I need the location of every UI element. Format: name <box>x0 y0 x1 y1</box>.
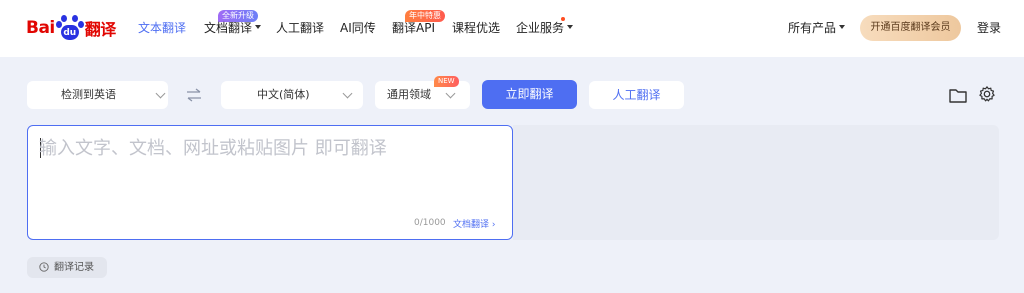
login-link[interactable]: 登录 <box>977 19 1001 37</box>
nav-item-courses[interactable]: 课程优选 <box>452 19 500 37</box>
chevron-down-icon <box>155 88 166 99</box>
clock-icon <box>39 262 49 272</box>
source-text-input[interactable] <box>39 134 499 204</box>
nav-item-enterprise[interactable]: 企业服务 <box>516 19 574 37</box>
baidu-translate-logo[interactable]: Bai du 翻译 <box>26 13 116 43</box>
chevron-down-icon <box>342 88 353 99</box>
source-language-label: 检测到英语 <box>61 88 116 101</box>
translate-now-button[interactable]: 立即翻译 <box>482 80 577 109</box>
source-text-panel: 0/1000 文档翻译 › <box>27 125 513 240</box>
vip-membership-button[interactable]: 开通百度翻译会员 <box>860 15 961 41</box>
logo-text-fanyi: 翻译 <box>84 20 117 39</box>
target-language-select[interactable]: 中文(简体) <box>221 81 363 109</box>
chevron-down-icon <box>255 25 262 29</box>
gear-icon[interactable] <box>977 85 997 103</box>
paw-icon: du <box>55 14 84 42</box>
chevron-down-icon <box>445 88 456 99</box>
character-counter: 0/1000 <box>414 218 446 228</box>
nav-item-translate-api[interactable]: 翻译API <box>392 19 435 37</box>
translation-history-button[interactable]: 翻译记录 <box>27 257 107 278</box>
translation-history-label: 翻译记录 <box>54 262 94 273</box>
new-tag-badge: NEW <box>434 76 459 87</box>
nav-item-enterprise-label: 企业服务 <box>516 21 565 35</box>
nav-item-ai-interpret[interactable]: AI同传 <box>340 19 376 37</box>
source-language-select[interactable]: 检测到英语 <box>27 81 168 109</box>
domain-label: 通用领域 <box>387 88 431 101</box>
logo-text-du: du <box>60 25 79 40</box>
translation-output-panel <box>513 125 999 240</box>
nav-item-document-translate[interactable]: 文档翻译 <box>204 19 262 37</box>
nav-item-text-translate[interactable]: 文本翻译 <box>138 19 186 37</box>
human-translate-button[interactable]: 人工翻译 <box>589 81 684 109</box>
nav-item-document-translate-label: 文档翻译 <box>204 21 253 35</box>
all-products-menu[interactable]: 所有产品 <box>788 19 846 37</box>
chevron-down-icon <box>567 25 574 29</box>
logo-text-bai: Bai <box>26 18 55 38</box>
swap-icon[interactable] <box>185 87 203 103</box>
folder-icon[interactable] <box>948 86 968 104</box>
all-products-label: 所有产品 <box>788 21 837 35</box>
nav-item-human-translate[interactable]: 人工翻译 <box>276 19 324 37</box>
document-translate-link[interactable]: 文档翻译 › <box>453 217 495 230</box>
target-language-label: 中文(简体) <box>257 88 310 101</box>
chevron-down-icon <box>839 25 846 29</box>
notification-dot <box>561 17 565 21</box>
top-navigation-bar: Bai du 翻译 文本翻译 全新升级 文档翻译 人工翻译 AI同传 年中特惠 … <box>0 0 1024 57</box>
